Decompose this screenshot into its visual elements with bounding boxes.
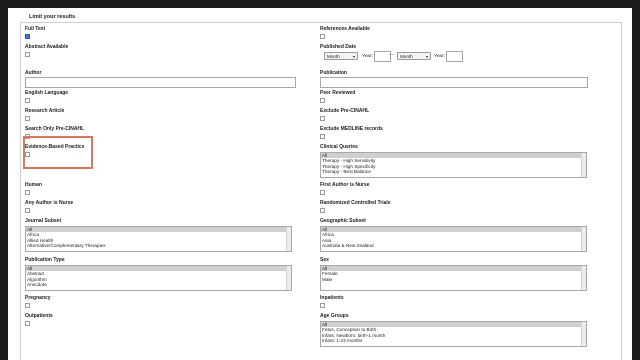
abstract-available-label: Abstract Available [25,44,69,50]
references-available-label: References Available [320,26,370,32]
exclude-pre-cinahl-label: Exclude Pre-CINAHL [320,108,370,114]
publication-type-scrollbar[interactable] [286,266,291,290]
published-from-month-value: Month [327,54,340,59]
research-article-label: Research Article [25,108,65,114]
sex-scrollbar[interactable] [581,266,586,290]
publication-type-option[interactable]: Anecdote [26,282,291,287]
clinical-queries-option[interactable]: Therapy - Best Balance [321,169,586,174]
author-input[interactable] [25,77,296,88]
publication-type-label: Publication Type [25,257,65,263]
published-from-month-select[interactable]: Month ▾ [324,52,358,60]
human-checkbox[interactable] [25,190,30,195]
age-groups-label: Age Groups [320,313,349,319]
clinical-queries-listbox[interactable]: All Therapy - High Sensitivity Therapy -… [320,152,587,178]
full-text-checkbox[interactable] [25,34,30,39]
search-only-pre-cinahl-label: Search Only Pre-CINAHL [25,126,85,132]
published-date-separator: — [389,53,394,58]
sex-option[interactable]: Male [321,277,586,282]
age-groups-scrollbar[interactable] [581,322,586,346]
geographic-subset-option[interactable]: Australia & New Zealand [321,243,586,248]
publication-label: Publication [320,70,347,76]
publication-type-listbox[interactable]: All Abstract Algorithm Anecdote [25,265,292,291]
first-author-is-nurse-label: First Author is Nurse [320,182,370,188]
evidence-based-practice-highlight [23,136,93,169]
published-to-month-value: Month [400,54,413,59]
journal-subset-scrollbar[interactable] [286,227,291,251]
peer-reviewed-checkbox[interactable] [320,98,325,103]
peer-reviewed-label: Peer Reviewed [320,90,356,96]
inpatients-checkbox[interactable] [320,303,325,308]
limit-results-panel: Limit your results Full Text Abstract Av… [8,8,632,360]
clinical-queries-label: Clinical Queries [320,144,358,150]
english-language-label: English Language [25,90,69,96]
age-groups-listbox[interactable]: All Fetus, Conception to Birth Infant, N… [320,321,587,347]
exclude-medline-checkbox[interactable] [320,134,325,139]
evidence-based-practice-label: Evidence-Based Practice [25,144,85,150]
author-label: Author [25,70,42,76]
journal-subset-listbox[interactable]: All Africa Allied Health Alternative/Com… [25,226,292,252]
fieldset-legend: Limit your results [26,14,79,20]
sex-listbox[interactable]: All Female Male [320,265,587,291]
pregnancy-checkbox[interactable] [25,303,30,308]
chevron-down-icon: ▾ [352,54,355,59]
journal-subset-label: Journal Subset [25,218,62,224]
pregnancy-label: Pregnancy [25,295,51,301]
exclude-medline-label: Exclude MEDLINE records [320,126,383,132]
any-author-is-nurse-checkbox[interactable] [25,208,30,213]
published-to-year-label: Year: [434,54,446,59]
exclude-pre-cinahl-checkbox[interactable] [320,116,325,121]
age-groups-option[interactable]: Infant: 1-23 months [321,338,586,343]
geographic-subset-listbox[interactable]: All Africa Asia Australia & New Zealand [320,226,587,252]
publication-input[interactable] [320,77,588,88]
inpatients-label: Inpatients [320,295,344,301]
any-author-is-nurse-label: Any Author is Nurse [25,200,74,206]
chevron-down-icon: ▾ [425,54,428,59]
published-to-year-input[interactable] [446,51,463,62]
evidence-based-practice-checkbox[interactable] [25,152,30,157]
outpatients-label: Outpatients [25,313,53,319]
references-available-checkbox[interactable] [320,34,325,39]
randomized-controlled-trials-checkbox[interactable] [320,208,325,213]
full-text-label: Full Text [25,26,46,32]
outpatients-checkbox[interactable] [25,321,30,326]
published-to-month-select[interactable]: Month ▾ [397,52,431,60]
english-language-checkbox[interactable] [25,98,30,103]
human-label: Human [25,182,42,188]
abstract-available-checkbox[interactable] [25,52,30,57]
published-date-label: Published Date [320,44,357,50]
geographic-subset-label: Geographic Subset [320,218,366,224]
first-author-is-nurse-checkbox[interactable] [320,190,325,195]
journal-subset-option[interactable]: Alternative/Complementary Therapies [26,243,291,248]
research-article-checkbox[interactable] [25,116,30,121]
clinical-queries-scrollbar[interactable] [581,153,586,177]
randomized-controlled-trials-label: Randomized Controlled Trials [320,200,391,206]
sex-label: Sex [320,257,329,263]
geographic-subset-scrollbar[interactable] [581,227,586,251]
published-from-year-label: Year: [362,54,374,59]
